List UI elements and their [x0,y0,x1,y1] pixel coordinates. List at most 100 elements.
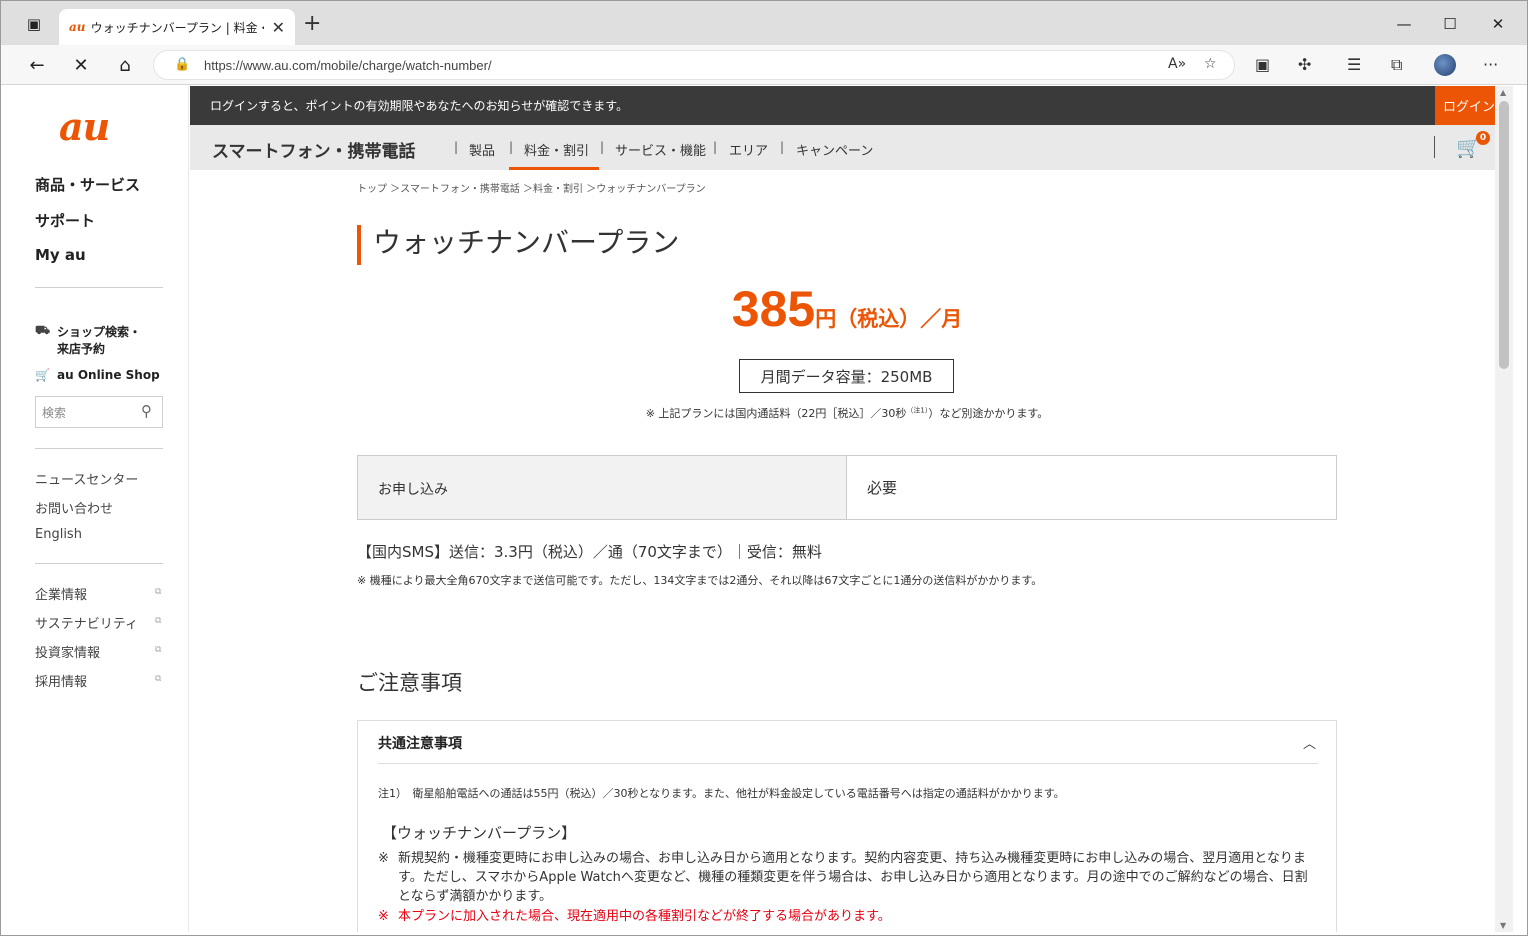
sidebar-item-support[interactable]: サポート [35,210,95,231]
new-tab-icon[interactable]: + [303,13,321,35]
sidebar-link-careers[interactable]: 採用情報 [35,671,87,690]
data-note: ※ 上記プランには国内通話料（22円［税込］／30秒（注1））など別途かかります… [357,405,1337,421]
sidebar-item-products[interactable]: 商品・サービス [35,174,140,195]
nav-separator: | [509,140,514,154]
category-nav: スマートフォン・携帯電話 | 製品 | 料金・割引 | サービス・機能 | エリ… [190,125,1503,170]
search-placeholder: 検索 [42,406,67,420]
minimize-icon[interactable]: — [1393,13,1415,35]
scroll-down-icon[interactable]: ▼ [1500,921,1506,930]
maximize-icon[interactable]: ☐ [1439,13,1461,35]
scroll-thumb[interactable] [1499,101,1509,369]
back-icon[interactable]: ← [25,53,49,77]
data-note-end: ）など別途かかります。 [928,407,1049,420]
application-table: お申し込み 必要 [357,455,1337,520]
sidebar-item-myau[interactable]: My au [35,246,86,264]
notice-item-warning: ※ 本プランに加入された場合、現在適用中の各種割引などが終了する場合があります。 [378,907,1318,926]
browser-window: ▣ au ウォッチナンバープラン | 料金・割引： ✕ + — ☐ ✕ ← ✕ … [0,0,1528,936]
tab-bar: ▣ au ウォッチナンバープラン | 料金・割引： ✕ + — ☐ ✕ [1,1,1527,45]
add-favorite-icon[interactable]: ☆ [1204,56,1217,72]
note-1: 注1） 衛星船舶電話への通話は55円（税込）／30秒となります。また、他社が料金… [378,787,1065,800]
app-icon[interactable]: ▣ [1255,55,1270,74]
nav-item-pricing[interactable]: 料金・割引 [524,140,589,159]
login-button[interactable]: ログイン [1435,86,1503,125]
window-close-icon[interactable]: ✕ [1487,13,1509,35]
breadcrumb[interactable]: トップ ＞スマートフォン・携帯電話 ＞料金・割引 ＞ウォッチナンバープラン [357,180,706,195]
sms-pricing: 【国内SMS】送信：3.3円（税込）／通（70文字まで）｜受信：無料 [357,543,822,561]
price-unit: 円（税込）／月 [815,307,963,331]
stop-loading-icon[interactable]: ✕ [69,53,93,77]
tab-actions-icon[interactable]: ▣ [23,13,45,35]
login-message: ログインすると、ポイントの有効期限やあなたへのお知らせが確認できます。 [210,99,629,113]
nav-item-campaign[interactable]: キャンペーン [796,140,873,159]
sidebar-link-corporate[interactable]: 企業情報 [35,584,87,603]
online-shop-link[interactable]: 🛒 au Online Shop [35,368,160,382]
nav-item-area[interactable]: エリア [729,140,768,159]
sidebar-link-contact[interactable]: お問い合わせ [35,498,113,517]
favorites-icon[interactable]: ☰ [1347,55,1361,74]
search-icon[interactable]: ⚲ [141,402,152,420]
notice-item: ※ 新規契約・機種変更時にお申し込みの場合、お申し込み日から適用となります。契約… [378,849,1318,906]
profile-avatar[interactable] [1434,54,1456,76]
sidebar-link-news[interactable]: ニュースセンター [35,469,138,488]
lock-icon[interactable]: 🔒 [174,57,190,72]
nav-separator [1434,136,1435,158]
nav-separator: | [600,140,605,154]
external-link-icon: ⧉ [155,587,162,597]
common-notice-accordion: 共通注意事項 ︿ 注1） 衛星船舶電話への通話は55円（税込）／30秒となります… [357,720,1337,932]
shop-search-label: ショップ検索・来店予約 [57,325,142,356]
url-text[interactable]: https://www.au.com/mobile/charge/watch-n… [204,58,492,73]
sidebar: au 商品・サービス サポート My au ⛟ ショップ検索・来店予約 🛒 au… [9,86,189,932]
url-bar[interactable]: 🔒 https://www.au.com/mobile/charge/watch… [153,50,1235,80]
nav-separator: | [454,140,459,154]
nav-item-products[interactable]: 製品 [469,140,495,159]
accordion-title[interactable]: 共通注意事項 [378,733,462,753]
price-number: 385 [731,281,816,337]
nav-separator: | [713,140,718,154]
shop-icon: ⛟ [35,323,51,337]
read-aloud-icon[interactable]: A» [1168,56,1186,72]
sidebar-divider [35,563,163,564]
sidebar-link-english[interactable]: English [35,527,82,542]
search-input[interactable]: 検索 ⚲ [35,396,163,428]
sidebar-divider [35,287,163,288]
nav-separator: | [780,140,785,154]
scroll-up-icon[interactable]: ▲ [1500,88,1506,97]
sidebar-link-ir[interactable]: 投資家情報 [35,642,100,661]
page-scrollbar[interactable]: ▲ ▼ [1495,86,1513,932]
cart-small-icon: 🛒 [35,368,50,382]
au-logo[interactable]: au [59,104,110,149]
chevron-up-icon[interactable]: ︿ [1303,733,1316,752]
address-toolbar: ← ✕ ⌂ 🔒 https://www.au.com/mobile/charge… [1,45,1527,85]
shop-search-link[interactable]: ⛟ ショップ検索・来店予約 [35,323,149,357]
page-title: ウォッチナンバープラン [357,225,679,265]
tab-close-icon[interactable]: ✕ [272,18,285,37]
notice-text: 本プランに加入された場合、現在適用中の各種割引などが終了する場合があります。 [398,909,891,924]
login-bar: ログインすると、ポイントの有効期限やあなたへのお知らせが確認できます。 ログイン [190,86,1503,125]
online-shop-label: au Online Shop [57,368,160,382]
plan-subheading: 【ウォッチナンバープラン】 [382,824,577,842]
data-capacity-box: 月間データ容量：250MB [739,359,954,393]
data-note-text: ※ 上記プランには国内通話料（22円［税込］／30秒 [645,407,907,420]
tab-title: ウォッチナンバープラン | 料金・割引： [90,20,264,35]
home-icon[interactable]: ⌂ [113,53,137,77]
sms-note: ※ 機種により最大全角670文字まで送信可能です。ただし、134文字までは2通分… [357,574,1043,587]
notice-mark: ※ [378,909,389,924]
more-menu-icon[interactable]: ··· [1483,55,1498,74]
cart-count-badge: 0 [1476,131,1490,145]
extensions-icon[interactable]: ✣ [1298,55,1311,74]
notice-heading: ご注意事項 [357,671,462,695]
table-value-cell: 必要 [867,479,898,497]
main-content: トップ ＞スマートフォン・携帯電話 ＞料金・割引 ＞ウォッチナンバープラン ウォ… [190,170,1503,932]
data-note-ref[interactable]: （注1） [906,406,928,414]
nav-item-services[interactable]: サービス・機能 [615,140,706,159]
collections-icon[interactable]: ⧉ [1391,55,1402,75]
sidebar-link-sustainability[interactable]: サステナビリティ [35,613,138,632]
price-display: 385円（税込）／月 [357,280,1337,338]
external-link-icon: ⧉ [155,616,162,626]
table-header-cell: お申し込み [358,456,847,519]
favicon-icon: au [69,20,86,34]
category-title[interactable]: スマートフォン・携帯電話 [212,137,416,162]
notice-text: 新規契約・機種変更時にお申し込みの場合、お申し込み日から適用となります。契約内容… [398,851,1308,904]
browser-tab[interactable]: au ウォッチナンバープラン | 料金・割引： ✕ [59,9,295,45]
page-viewport: au 商品・サービス サポート My au ⛟ ショップ検索・来店予約 🛒 au… [9,86,1503,932]
